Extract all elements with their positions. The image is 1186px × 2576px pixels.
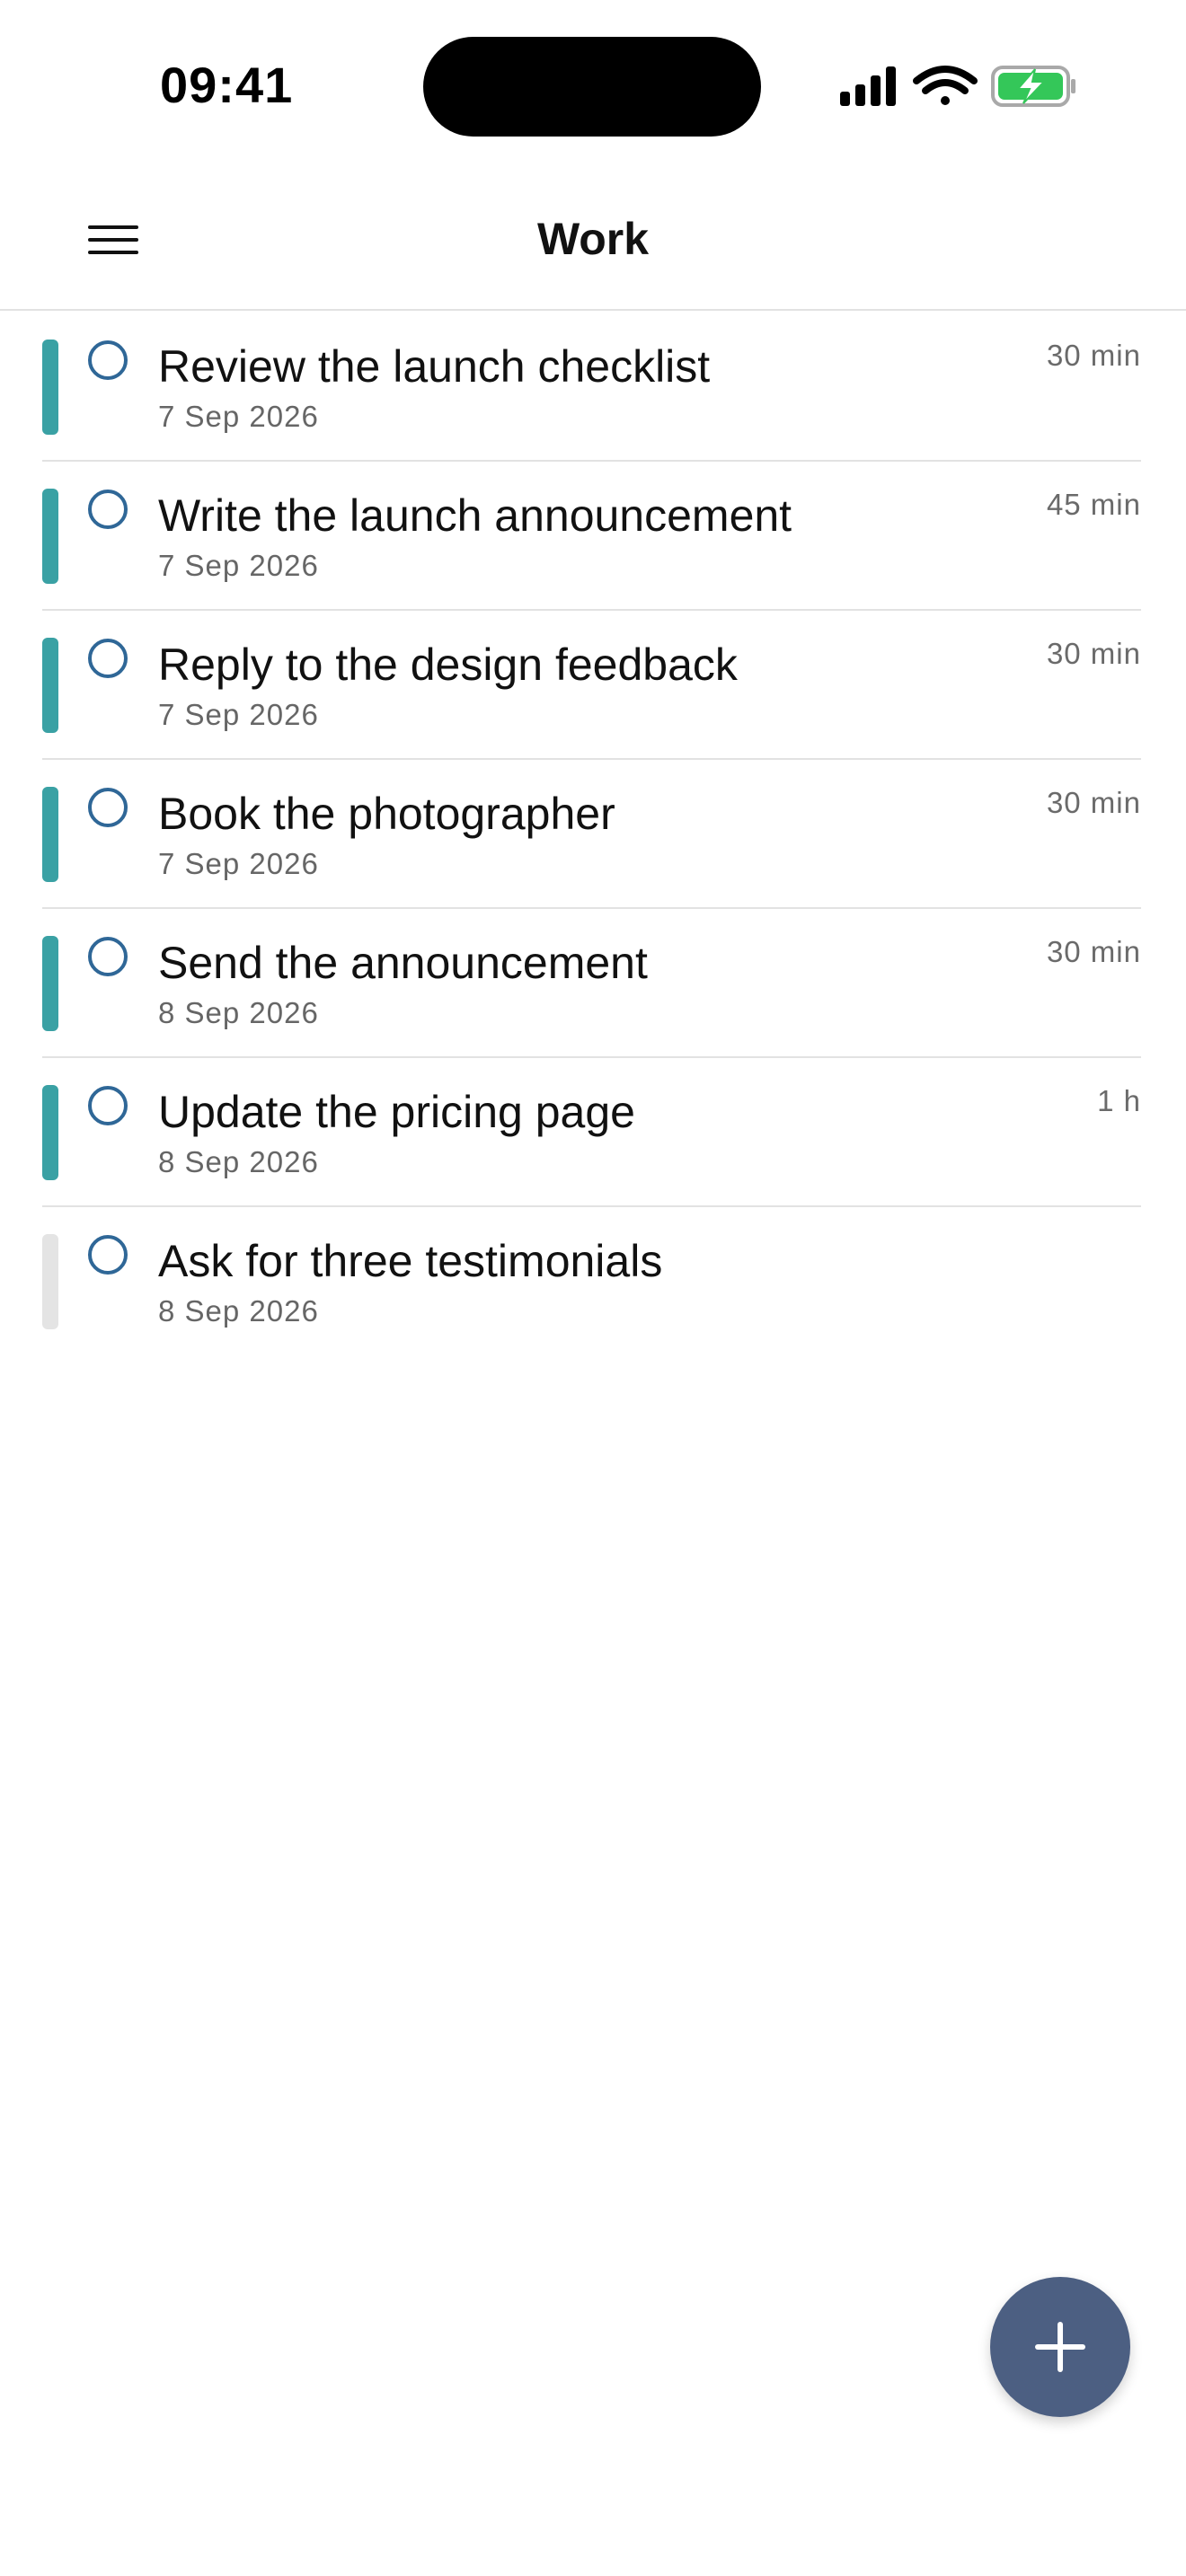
priority-indicator [42, 787, 58, 882]
task-title: Update the pricing page [158, 1087, 635, 1137]
task-row[interactable]: Send the announcement 8 Sep 2026 30 min [42, 909, 1141, 1058]
priority-indicator [42, 340, 58, 435]
priority-indicator [42, 1234, 58, 1329]
priority-indicator [42, 489, 58, 584]
task-row[interactable]: Write the launch announcement 7 Sep 2026… [42, 462, 1141, 611]
priority-indicator [42, 936, 58, 1031]
battery-charging-icon [991, 66, 1075, 107]
task-title: Book the photographer [158, 789, 615, 839]
cellular-signal-icon [840, 66, 896, 106]
task-title: Reply to the design feedback [158, 640, 738, 690]
status-icons [836, 61, 1078, 111]
complete-task-checkbox[interactable] [88, 937, 128, 976]
priority-indicator [42, 638, 58, 733]
task-row[interactable]: Book the photographer 7 Sep 2026 30 min [42, 760, 1141, 909]
task-duration: 30 min [1046, 339, 1141, 372]
task-date: 7 Sep 2026 [158, 549, 319, 582]
plus-icon [1035, 2322, 1085, 2372]
task-row[interactable]: Ask for three testimonials 8 Sep 2026 [42, 1207, 1141, 1356]
task-duration: 30 min [1046, 786, 1141, 819]
task-date: 8 Sep 2026 [158, 996, 319, 1029]
task-date: 7 Sep 2026 [158, 400, 319, 433]
status-time: 09:41 [160, 57, 294, 113]
task-duration: 45 min [1046, 488, 1141, 521]
complete-task-checkbox[interactable] [88, 1235, 128, 1275]
task-date: 7 Sep 2026 [158, 698, 319, 731]
dynamic-island [423, 37, 761, 137]
task-date: 8 Sep 2026 [158, 1294, 319, 1328]
add-task-button[interactable] [990, 2277, 1130, 2417]
task-date: 7 Sep 2026 [158, 847, 319, 880]
task-row[interactable]: Update the pricing page 8 Sep 2026 1 h [42, 1058, 1141, 1207]
complete-task-checkbox[interactable] [88, 340, 128, 380]
task-title: Review the launch checklist [158, 341, 711, 392]
task-list: Review the launch checklist 7 Sep 2026 3… [0, 313, 1186, 1356]
task-duration: 30 min [1046, 637, 1141, 670]
status-bar: 09:41 [0, 0, 1186, 171]
priority-indicator [42, 1085, 58, 1180]
complete-task-checkbox[interactable] [88, 788, 128, 827]
page-title: Work [536, 214, 650, 264]
task-title: Write the launch announcement [158, 490, 792, 541]
task-date: 8 Sep 2026 [158, 1145, 319, 1178]
task-duration: 30 min [1046, 935, 1141, 968]
app-header: Work [0, 171, 1186, 311]
task-title: Send the announcement [158, 938, 648, 988]
wifi-icon [913, 66, 978, 105]
task-row[interactable]: Reply to the design feedback 7 Sep 2026 … [42, 611, 1141, 760]
complete-task-checkbox[interactable] [88, 490, 128, 529]
complete-task-checkbox[interactable] [88, 639, 128, 678]
task-row[interactable]: Review the launch checklist 7 Sep 2026 3… [42, 313, 1141, 462]
task-title: Ask for three testimonials [158, 1236, 663, 1286]
complete-task-checkbox[interactable] [88, 1086, 128, 1125]
task-duration: 1 h [1097, 1084, 1141, 1117]
